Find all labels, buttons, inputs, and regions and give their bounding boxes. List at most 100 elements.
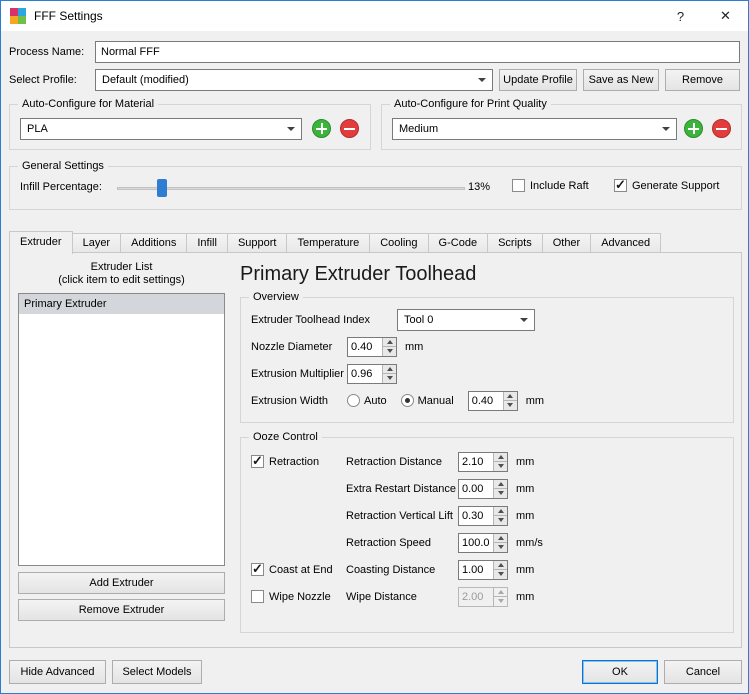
retraction-speed-spinbox[interactable]: 100.0 xyxy=(458,533,508,553)
coasting-distance-spinbox[interactable]: 1.00 xyxy=(458,560,508,580)
ok-button[interactable]: OK xyxy=(582,660,658,684)
hide-advanced-button[interactable]: Hide Advanced xyxy=(9,660,106,684)
process-name-input[interactable] xyxy=(95,41,740,63)
spin-up-button[interactable] xyxy=(383,365,396,374)
select-models-button[interactable]: Select Models xyxy=(112,660,202,684)
spin-down-button[interactable] xyxy=(383,346,396,356)
arrow-down-icon xyxy=(498,599,504,603)
spin-up-button[interactable] xyxy=(494,453,507,462)
process-name-label: Process Name: xyxy=(9,46,89,58)
tab-scripts[interactable]: Scripts xyxy=(487,233,543,252)
nozzle-diameter-unit: mm xyxy=(405,341,423,353)
retraction-distance-label: Retraction Distance xyxy=(346,456,458,468)
extra-restart-distance-label: Extra Restart Distance xyxy=(346,483,458,495)
extra-restart-distance-value[interactable]: 0.00 xyxy=(459,480,493,498)
nozzle-diameter-value[interactable]: 0.40 xyxy=(348,338,382,356)
tab-layer[interactable]: Layer xyxy=(72,233,122,252)
select-profile-label: Select Profile: xyxy=(9,74,89,86)
remove-profile-button[interactable]: Remove xyxy=(665,69,740,91)
wipe-distance-label: Wipe Distance xyxy=(346,591,458,603)
update-profile-button[interactable]: Update Profile xyxy=(499,69,577,91)
arrow-up-icon xyxy=(498,590,504,594)
retraction-label: Retraction xyxy=(269,456,319,468)
spin-up-button[interactable] xyxy=(494,507,507,516)
retraction-distance-spinbox[interactable]: 2.10 xyxy=(458,452,508,472)
spin-up-button[interactable] xyxy=(494,561,507,570)
tab-advanced[interactable]: Advanced xyxy=(590,233,661,252)
wipe-nozzle-checkbox[interactable]: Wipe Nozzle xyxy=(251,590,331,603)
spin-down-button[interactable] xyxy=(494,461,507,471)
generate-support-checkbox[interactable]: Generate Support xyxy=(614,179,719,192)
chevron-down-icon xyxy=(520,318,528,322)
infill-slider[interactable] xyxy=(117,178,465,198)
retraction-vertical-lift-spinbox[interactable]: 0.30 xyxy=(458,506,508,526)
spin-down-button[interactable] xyxy=(494,569,507,579)
extrusion-multiplier-value[interactable]: 0.96 xyxy=(348,365,382,383)
profile-select[interactable]: Default (modified) xyxy=(95,69,493,91)
spin-up-button[interactable] xyxy=(504,392,517,401)
spin-down-button[interactable] xyxy=(504,400,517,410)
spin-up-button[interactable] xyxy=(494,480,507,489)
tab-other[interactable]: Other xyxy=(542,233,592,252)
nozzle-diameter-spinbox[interactable]: 0.40 xyxy=(347,337,397,357)
toolhead-index-select[interactable]: Tool 0 xyxy=(397,309,535,331)
coasting-distance-value[interactable]: 1.00 xyxy=(459,561,493,579)
spinner-buttons xyxy=(493,534,507,552)
quality-select[interactable]: Medium xyxy=(392,118,677,140)
spin-up-button[interactable] xyxy=(494,534,507,543)
ooze-control-title: Ooze Control xyxy=(249,430,322,444)
list-item-primary-extruder[interactable]: Primary Extruder xyxy=(19,294,224,314)
remove-extruder-button[interactable]: Remove Extruder xyxy=(18,599,225,621)
extra-restart-distance-spinbox[interactable]: 0.00 xyxy=(458,479,508,499)
extra-restart-distance-row: Extra Restart Distance 0.00 mm xyxy=(241,475,733,502)
add-quality-button[interactable] xyxy=(684,119,703,138)
include-raft-checkbox[interactable]: Include Raft xyxy=(512,179,589,192)
extrusion-width-manual-radio[interactable]: Manual xyxy=(401,394,454,407)
remove-quality-button[interactable] xyxy=(712,119,731,138)
spinner-buttons xyxy=(493,561,507,579)
retraction-distance-value[interactable]: 2.10 xyxy=(459,453,493,471)
spin-down-button[interactable] xyxy=(494,542,507,552)
extruder-listbox[interactable]: Primary Extruder xyxy=(18,293,225,566)
retraction-checkbox[interactable]: Retraction xyxy=(251,455,319,468)
arrow-down-icon xyxy=(498,545,504,549)
coast-at-end-checkbox[interactable]: Coast at End xyxy=(251,563,333,576)
tab-gcode[interactable]: G-Code xyxy=(428,233,489,252)
infill-slider-thumb[interactable] xyxy=(157,179,167,197)
extrusion-width-value[interactable]: 0.40 xyxy=(469,392,503,410)
spin-down-button[interactable] xyxy=(494,515,507,525)
tab-extruder[interactable]: Extruder xyxy=(9,231,73,254)
cancel-button[interactable]: Cancel xyxy=(664,660,742,684)
material-select[interactable]: PLA xyxy=(20,118,302,140)
infill-percentage-label: Infill Percentage: xyxy=(20,181,102,193)
add-extruder-button[interactable]: Add Extruder xyxy=(18,572,225,594)
arrow-up-icon xyxy=(507,394,513,398)
retraction-speed-value[interactable]: 100.0 xyxy=(459,534,493,552)
close-button[interactable]: ✕ xyxy=(703,1,748,31)
retraction-vertical-lift-unit: mm xyxy=(516,510,534,522)
retraction-vertical-lift-value[interactable]: 0.30 xyxy=(459,507,493,525)
infill-slider-track[interactable] xyxy=(117,187,465,190)
extrusion-multiplier-spinbox[interactable]: 0.96 xyxy=(347,364,397,384)
help-button[interactable]: ? xyxy=(658,1,703,31)
tab-support[interactable]: Support xyxy=(227,233,288,252)
spin-down-button[interactable] xyxy=(494,488,507,498)
spin-up-button[interactable] xyxy=(383,338,396,347)
extrusion-width-spinbox[interactable]: 0.40 xyxy=(468,391,518,411)
spin-down-button[interactable] xyxy=(383,373,396,383)
add-material-button[interactable] xyxy=(312,119,331,138)
include-raft-checkbox-box xyxy=(512,179,525,192)
retraction-speed-unit: mm/s xyxy=(516,537,543,549)
extrusion-width-auto-radio[interactable]: Auto xyxy=(347,394,387,407)
settings-tabbar: Extruder Layer Additions Infill Support … xyxy=(9,230,661,253)
general-settings-group: General Settings Infill Percentage: 13% … xyxy=(9,166,742,210)
tab-additions[interactable]: Additions xyxy=(120,233,187,252)
arrow-up-icon xyxy=(498,455,504,459)
profile-selected-value: Default (modified) xyxy=(102,74,189,86)
tab-temperature[interactable]: Temperature xyxy=(286,233,370,252)
remove-material-button[interactable] xyxy=(340,119,359,138)
tab-cooling[interactable]: Cooling xyxy=(369,233,428,252)
tab-infill[interactable]: Infill xyxy=(186,233,228,252)
save-as-new-button[interactable]: Save as New xyxy=(583,69,659,91)
coasting-distance-unit: mm xyxy=(516,564,534,576)
